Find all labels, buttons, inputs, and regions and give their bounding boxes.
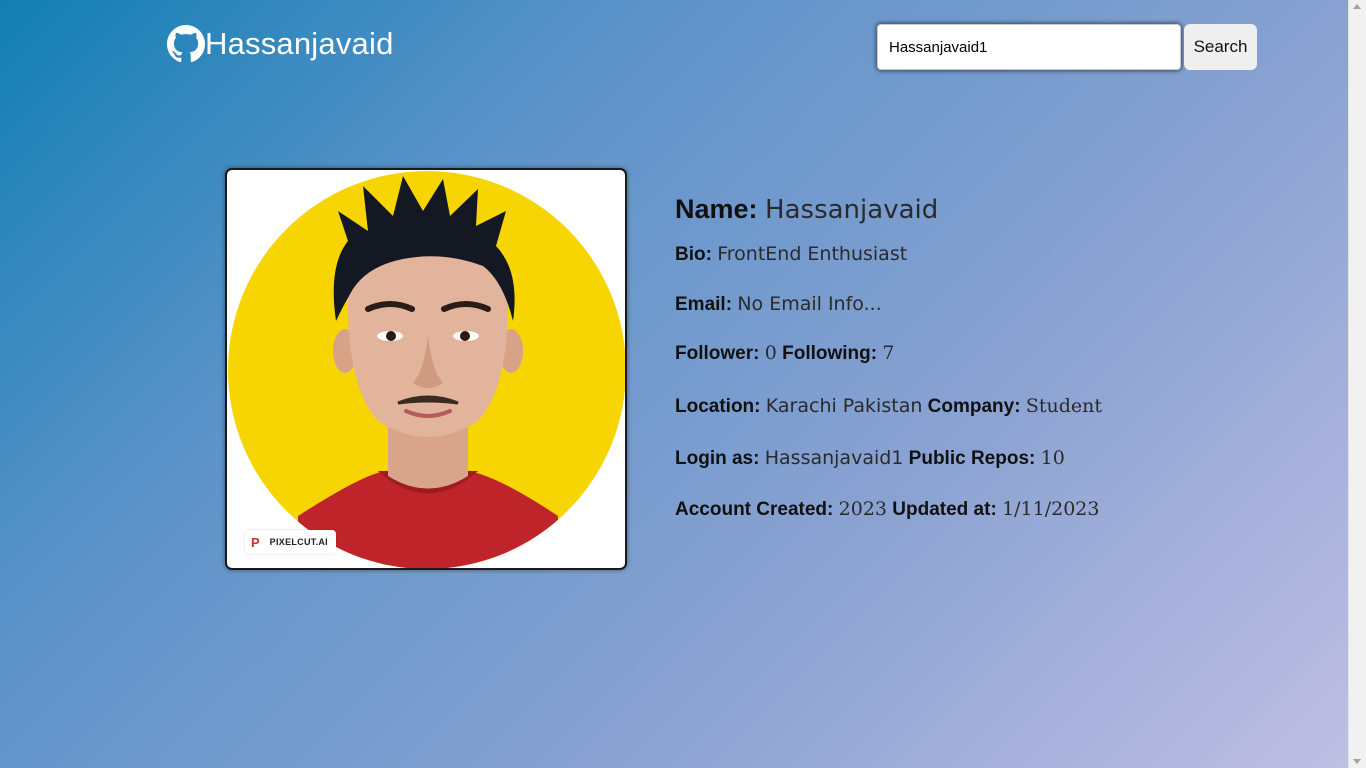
created-value: 2023 [838, 498, 887, 520]
email-value: No Email Info... [737, 293, 882, 315]
scroll-up-arrow-icon[interactable] [1353, 4, 1361, 9]
email-row: Email: No Email Info... [675, 293, 882, 316]
avatar-card: P PIXELCUT.AI [225, 168, 627, 570]
page-title: Hassanjavaid [205, 26, 394, 61]
follower-label: Follower: [675, 343, 760, 364]
watermark-text: PIXELCUT.AI [269, 537, 328, 547]
updated-value: 1/11/2023 [1002, 498, 1100, 520]
scroll-down-arrow-icon[interactable] [1353, 759, 1361, 764]
name-value: Hassanjavaid [765, 195, 939, 225]
created-label: Account Created: [675, 499, 834, 520]
updated-label: Updated at: [892, 499, 997, 520]
bio-label: Bio: [675, 244, 712, 265]
repos-label: Public Repos: [908, 448, 1036, 469]
avatar [228, 171, 625, 568]
email-label: Email: [675, 294, 733, 315]
bio-value: FrontEnd Enthusiast [717, 243, 908, 265]
name-label: Name: [675, 194, 758, 224]
bio-row: Bio: FrontEnd Enthusiast [675, 243, 907, 266]
login-label: Login as: [675, 448, 760, 469]
github-icon [167, 25, 205, 63]
login-row: Login as: Hassanjavaid1 Public Repos: 10 [675, 447, 1065, 470]
name-row: Name: Hassanjavaid [675, 194, 938, 225]
repos-value: 10 [1040, 447, 1065, 469]
avatar-portrait [298, 176, 558, 568]
location-label: Location: [675, 396, 761, 417]
company-label: Company: [927, 396, 1021, 417]
followers-row: Follower: 0 Following: 7 [675, 342, 894, 365]
pixelcut-watermark: P PIXELCUT.AI [245, 530, 336, 554]
brand: Hassanjavaid [167, 25, 394, 63]
login-value: Hassanjavaid1 [764, 447, 904, 469]
search-input[interactable] [877, 24, 1181, 70]
company-value: Student [1025, 395, 1103, 417]
pixelcut-logo-icon: P [251, 534, 260, 550]
search-button[interactable]: Search [1184, 24, 1257, 70]
follower-value: 0 [764, 342, 777, 364]
location-value: Karachi Pakistan [765, 395, 923, 417]
following-label: Following: [782, 343, 878, 364]
dates-row: Account Created: 2023 Updated at: 1/11/2… [675, 498, 1099, 521]
location-row: Location: Karachi Pakistan Company: Stud… [675, 395, 1102, 418]
vertical-scrollbar[interactable] [1348, 0, 1366, 768]
following-value: 7 [882, 342, 895, 364]
